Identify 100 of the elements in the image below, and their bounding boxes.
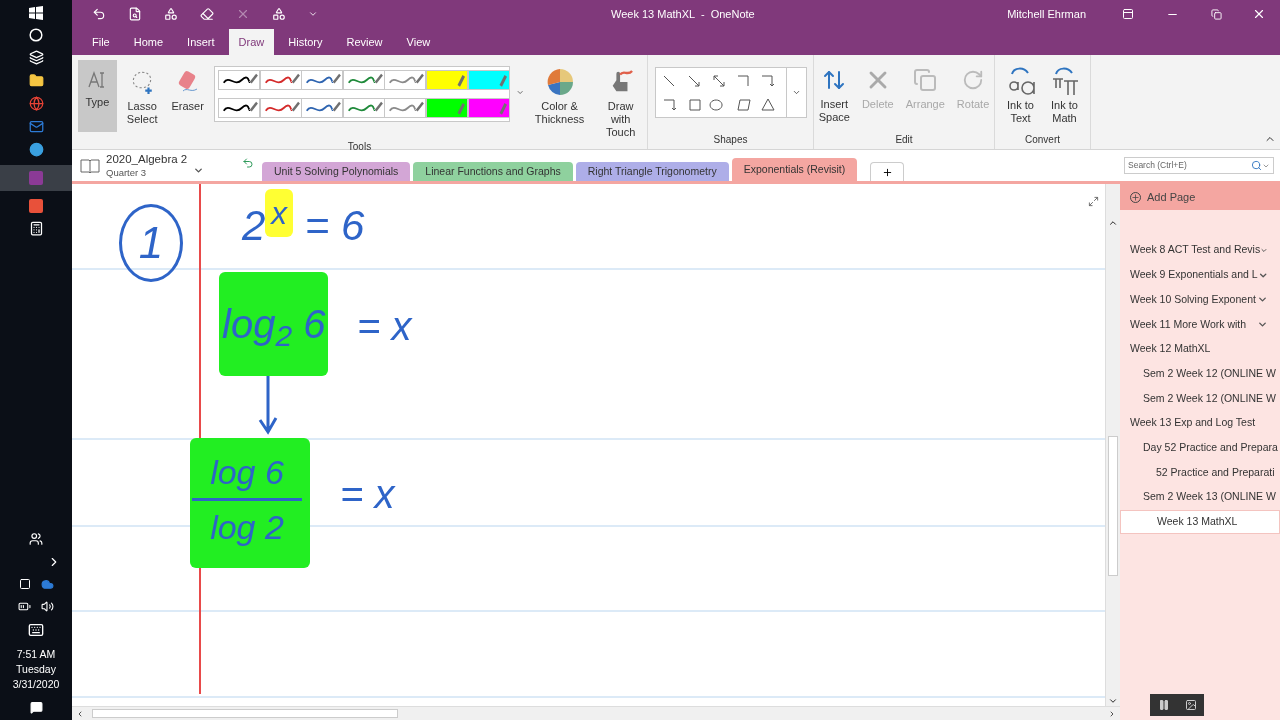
more-shapes-icon[interactable] bbox=[791, 88, 801, 97]
scroll-up-icon[interactable] bbox=[1108, 218, 1118, 228]
ribbon-tab[interactable]: File bbox=[82, 29, 120, 55]
notebook-dropdown-icon[interactable] bbox=[193, 165, 205, 176]
volume-icon[interactable] bbox=[41, 600, 54, 613]
rotate-icon bbox=[962, 69, 985, 91]
scroll-left-icon[interactable] bbox=[76, 709, 84, 718]
page-item[interactable]: Week 13 MathXL bbox=[1120, 509, 1280, 535]
folder-icon[interactable] bbox=[28, 73, 44, 88]
section-tab[interactable]: Exponentials (Revisit) bbox=[731, 158, 858, 181]
ribbon-tab[interactable]: View bbox=[396, 29, 441, 55]
mail-icon[interactable] bbox=[28, 119, 44, 134]
scroll-down-icon[interactable] bbox=[1108, 696, 1118, 706]
pen-swatch[interactable] bbox=[259, 70, 302, 90]
page-item[interactable]: Week 8 ACT Test and Revis bbox=[1120, 238, 1280, 263]
expand-icon[interactable] bbox=[1088, 196, 1099, 207]
draw-with-touch-button[interactable]: Draw with Touch bbox=[594, 60, 647, 139]
task-view-icon[interactable] bbox=[28, 50, 44, 65]
edit-button[interactable]: Insert Space bbox=[815, 59, 853, 124]
section-tab[interactable]: Linear Functions and Graphs bbox=[413, 162, 573, 181]
pen-swatch[interactable] bbox=[384, 98, 427, 118]
group-label: Tools bbox=[346, 140, 373, 154]
pen-swatch[interactable] bbox=[342, 98, 385, 118]
add-page-button[interactable]: Add Page bbox=[1120, 184, 1280, 210]
lasso-select-button[interactable]: Lasso Select bbox=[122, 60, 162, 126]
page-title: Week 10 Solving Exponent bbox=[1130, 291, 1257, 307]
app-icon[interactable] bbox=[28, 142, 44, 157]
section-tab[interactable]: Unit 5 Solving Polynomials bbox=[262, 162, 411, 181]
windows-icon[interactable] bbox=[29, 6, 43, 20]
scroll-right-icon[interactable] bbox=[1108, 709, 1116, 718]
battery-icon[interactable] bbox=[18, 600, 31, 613]
preview-icon[interactable] bbox=[128, 7, 142, 21]
pen-swatch[interactable] bbox=[217, 98, 260, 118]
pen-swatch[interactable] bbox=[301, 70, 344, 90]
page-item[interactable]: Week 9 Exponentials and L bbox=[1120, 262, 1280, 288]
horizontal-scrollbar[interactable] bbox=[72, 706, 1120, 720]
ink-equation: 2$^{x}$ = 6 bbox=[242, 188, 365, 252]
restore-icon[interactable] bbox=[1211, 8, 1222, 20]
page-item[interactable]: Week 13 Exp and Log Test bbox=[1120, 410, 1280, 436]
down-arrow-drawing bbox=[258, 376, 278, 436]
cloud-icon[interactable] bbox=[40, 578, 54, 591]
close-icon[interactable] bbox=[1252, 7, 1266, 21]
group-label: Convert bbox=[1025, 133, 1060, 147]
search-field[interactable]: Search (Ctrl+E) bbox=[1124, 157, 1274, 174]
plus-icon bbox=[1130, 191, 1141, 203]
tray-icon[interactable] bbox=[18, 578, 31, 590]
ribbon-tab[interactable]: Insert bbox=[177, 29, 225, 55]
video-controls[interactable] bbox=[1150, 694, 1204, 716]
ribbon-tab[interactable]: History bbox=[278, 29, 333, 55]
notebook-icon bbox=[80, 157, 100, 174]
page-item[interactable]: 52 Practice and Preparati bbox=[1120, 460, 1280, 485]
arrows-icon bbox=[822, 68, 847, 92]
ribbon-tab[interactable]: Review bbox=[336, 29, 393, 55]
picture-icon[interactable] bbox=[1184, 699, 1197, 711]
color-thickness-button[interactable]: Color & Thickness bbox=[530, 60, 589, 126]
keyboard-icon[interactable] bbox=[28, 622, 44, 638]
scroll-thumb[interactable] bbox=[92, 709, 398, 718]
pause-icon[interactable] bbox=[1157, 699, 1170, 711]
scroll-thumb[interactable] bbox=[1108, 436, 1118, 576]
ribbon-tab[interactable]: Draw bbox=[228, 29, 275, 55]
section-tab[interactable]: Right Triangle Trigonometry bbox=[575, 162, 729, 181]
highlighter-swatch[interactable] bbox=[467, 98, 510, 118]
pen-swatch[interactable] bbox=[384, 70, 427, 90]
ribbon-tab[interactable]: Home bbox=[123, 29, 174, 55]
search-icon[interactable] bbox=[29, 28, 43, 42]
convert-button[interactable]: Ink to Text bbox=[1001, 59, 1040, 125]
page-item[interactable]: Day 52 Practice and Prepara bbox=[1120, 435, 1280, 461]
group-label: Shapes bbox=[713, 133, 748, 147]
convert-button[interactable]: Ink to Math bbox=[1045, 59, 1084, 125]
pen-swatch[interactable] bbox=[259, 98, 302, 118]
shapes-icon[interactable] bbox=[272, 7, 286, 21]
highlighter-swatch[interactable] bbox=[426, 70, 469, 90]
page-item[interactable]: Sem 2 Week 12 (ONLINE W bbox=[1120, 386, 1280, 411]
page-item[interactable]: Week 10 Solving Exponent bbox=[1120, 287, 1280, 313]
eraser-icon[interactable] bbox=[200, 7, 214, 21]
notification-icon[interactable] bbox=[29, 701, 43, 714]
vertical-scrollbar[interactable] bbox=[1105, 184, 1120, 706]
people-icon[interactable] bbox=[29, 532, 43, 546]
type-button[interactable]: Type bbox=[78, 60, 117, 132]
undo-icon[interactable] bbox=[92, 7, 106, 21]
pen-swatch[interactable] bbox=[217, 70, 260, 90]
group-label: Edit bbox=[895, 133, 913, 147]
page-item[interactable]: Week 12 MathXL bbox=[1120, 336, 1280, 362]
page-item[interactable]: Sem 2 Week 12 (ONLINE W bbox=[1120, 361, 1280, 387]
page-item[interactable]: Sem 2 Week 13 (ONLINE W bbox=[1120, 484, 1280, 510]
ribbon-display-icon[interactable] bbox=[1122, 8, 1134, 20]
highlighter-swatch[interactable] bbox=[426, 98, 469, 118]
customize-icon[interactable] bbox=[308, 9, 318, 19]
calculator-icon[interactable] bbox=[28, 221, 44, 236]
pen-swatch[interactable] bbox=[301, 98, 344, 118]
notebook-name[interactable]: 2020_Algebra 2 bbox=[106, 152, 188, 166]
pen-swatch[interactable] bbox=[342, 70, 385, 90]
page-title: Week 9 Exponentials and L bbox=[1130, 267, 1258, 283]
user-name[interactable]: Mitchell Ehrman bbox=[1007, 5, 1086, 23]
eraser-button[interactable]: Eraser bbox=[167, 60, 208, 113]
browser-icon[interactable] bbox=[28, 96, 44, 111]
highlighter-swatch[interactable] bbox=[467, 70, 510, 90]
ink-numerator: log 6 bbox=[210, 452, 284, 493]
sync-icon[interactable] bbox=[242, 157, 254, 169]
page-item[interactable]: Week 11 More Work with bbox=[1120, 312, 1280, 337]
